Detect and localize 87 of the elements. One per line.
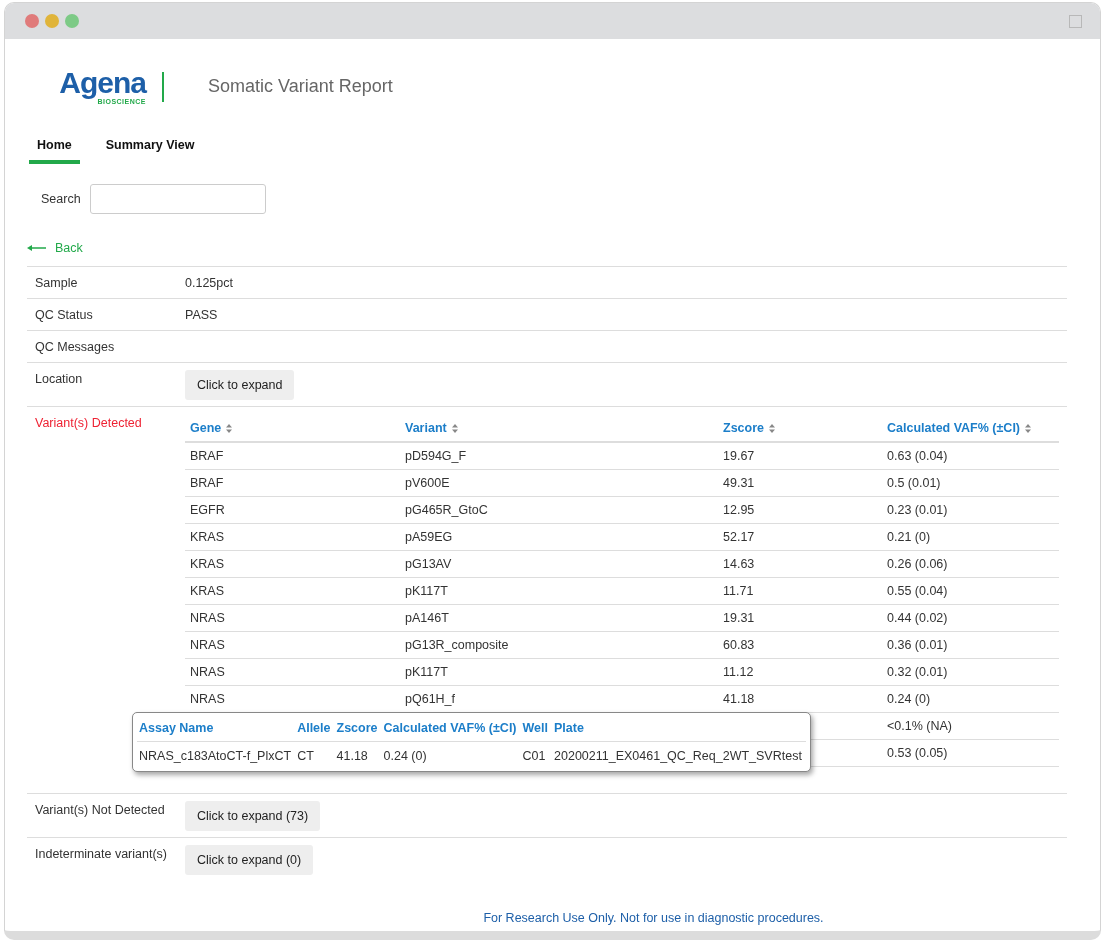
table-cell: 14.63 <box>723 557 755 571</box>
sort-icon[interactable] <box>451 423 458 433</box>
search-label: Search <box>41 192 81 206</box>
disclaimer-text: For Research Use Only. Not for use in diagnostic procedures. <box>483 911 824 925</box>
report-title: Somatic Variant Report <box>208 76 393 97</box>
table-cell: 11.12 <box>723 665 754 679</box>
table-cell: BRAF <box>190 476 224 490</box>
maximize-dot-icon[interactable] <box>65 14 79 28</box>
sort-icon[interactable] <box>1025 423 1032 433</box>
left-arrow-icon <box>27 244 47 252</box>
table-cell: pV600E <box>405 476 450 490</box>
table-cell: NRAS <box>190 692 225 706</box>
column-header[interactable]: Calculated VAF% (±CI) <box>887 421 1032 435</box>
column-header[interactable]: Gene <box>190 421 233 435</box>
table-cell: 0.32 (0.01) <box>887 665 948 679</box>
table-cell: pG13R_composite <box>405 638 509 652</box>
table-cell: pA59EG <box>405 530 453 544</box>
table-cell: 49.31 <box>723 476 755 490</box>
table-cell: 0.36 (0.01) <box>887 638 948 652</box>
table-cell: 19.31 <box>723 611 755 625</box>
table-cell: KRAS <box>190 584 225 598</box>
table-cell: EGFR <box>190 503 225 517</box>
table-cell: pG13AV <box>405 557 452 571</box>
tooltip-cell: CT <box>297 749 314 763</box>
nav-tab[interactable]: Home <box>29 134 80 164</box>
tooltip-header: Zscore <box>336 721 378 735</box>
nav-tab[interactable]: Summary View <box>97 134 203 164</box>
expand-button[interactable]: Click to expand <box>185 370 295 400</box>
field-label: Variant(s) Not Detected <box>35 803 166 817</box>
table-cell: 0.55 (0.04) <box>887 584 948 598</box>
table-cell: pA146T <box>405 611 449 625</box>
table-cell: 41.18 <box>723 692 755 706</box>
close-dot-icon[interactable] <box>25 14 39 28</box>
table-cell: 19.67 <box>723 449 755 463</box>
table-cell: 0.21 (0) <box>887 530 931 544</box>
table-cell: 12.95 <box>723 503 755 517</box>
tooltip-cell: 0.24 (0) <box>383 749 427 763</box>
table-cell: NRAS <box>190 638 225 652</box>
minimize-dot-icon[interactable] <box>45 14 59 28</box>
table-cell: KRAS <box>190 530 225 544</box>
sort-icon[interactable] <box>226 423 233 433</box>
column-header[interactable]: Variant <box>405 421 458 435</box>
field-label: Variant(s) Detected <box>35 416 143 430</box>
tooltip-header: Calculated VAF% (±CI) <box>383 721 517 735</box>
tooltip-header: Allele <box>297 721 331 735</box>
field-value: PASS <box>185 307 218 322</box>
logo-wordmark: Agena <box>59 68 146 98</box>
tooltip-header: Assay Name <box>139 721 214 735</box>
field-label: QC Status <box>35 308 94 322</box>
field-label: QC Messages <box>35 340 116 354</box>
table-cell: pK117T <box>405 584 448 598</box>
table-cell: 0.23 (0.01) <box>887 503 948 517</box>
table-cell: 0.44 (0.02) <box>887 611 948 625</box>
tooltip-cell: 20200211_EX0461_QC_Req_2WT_SVRtest <box>554 749 802 763</box>
window-square-icon[interactable] <box>1069 15 1082 28</box>
table-cell: 0.24 (0) <box>887 692 931 706</box>
table-cell: NRAS <box>190 611 225 625</box>
search-field[interactable] <box>89 184 266 214</box>
expand-button[interactable]: Click to expand (73) <box>185 801 321 831</box>
tooltip-cell: C01 <box>522 749 546 763</box>
table-cell: pG465R_GtoC <box>405 503 488 517</box>
table-cell: <0.1% (NA) <box>887 719 952 733</box>
table-cell: NRAS <box>190 665 225 679</box>
sort-icon[interactable] <box>769 423 775 433</box>
field-label: Sample <box>35 276 79 290</box>
table-cell: 0.63 (0.04) <box>887 449 948 463</box>
tooltip-cell: NRAS_c183AtoCT-f_PlxCT <box>139 749 292 763</box>
field-value: 0.125pct <box>185 275 233 290</box>
column-header[interactable]: Zscore <box>723 421 775 435</box>
tooltip-header: Plate <box>554 721 584 735</box>
table-cell: 60.83 <box>723 638 755 652</box>
table-cell: pK117T <box>405 665 448 679</box>
field-label: Location <box>35 372 84 386</box>
tooltip-header: Well <box>522 721 549 735</box>
table-cell: 0.5 (0.01) <box>887 476 941 490</box>
table-cell: KRAS <box>190 557 225 571</box>
tooltip-cell: 41.18 <box>336 749 368 763</box>
table-cell: pD594G_F <box>405 449 467 463</box>
expand-button[interactable]: Click to expand (0) <box>185 845 314 875</box>
table-cell: 11.71 <box>723 584 754 598</box>
table-cell: BRAF <box>190 449 224 463</box>
header-divider <box>162 71 164 102</box>
table-cell: 0.53 (0.05) <box>887 746 948 760</box>
table-cell: pQ61H_f <box>405 692 456 706</box>
table-cell: 52.17 <box>723 530 755 544</box>
field-label: Indeterminate variant(s) <box>35 847 168 861</box>
table-cell: 0.26 (0.06) <box>887 557 948 571</box>
